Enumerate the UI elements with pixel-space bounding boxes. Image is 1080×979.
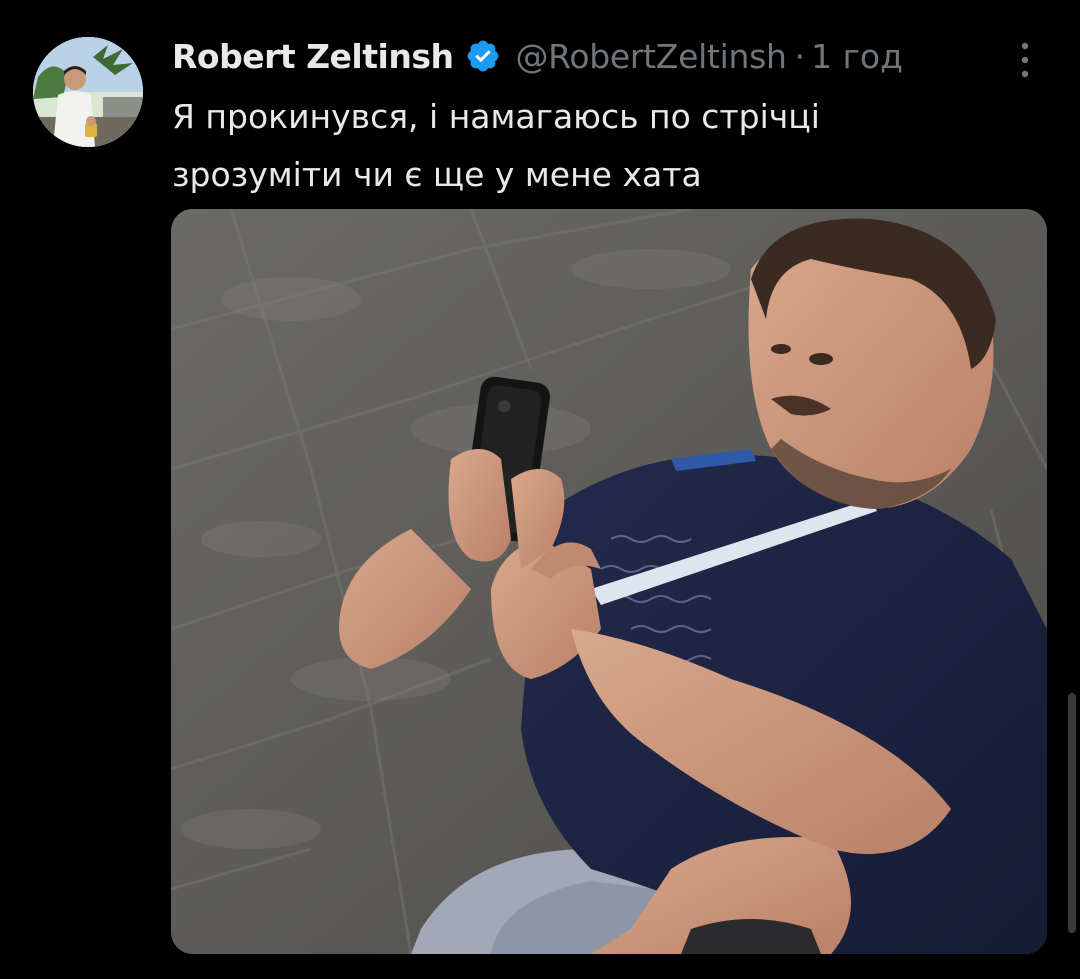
tweet-text-line: зрозуміти чи є ще у мене хата (172, 155, 702, 194)
author-handle[interactable]: @RobertZeltinsh (515, 37, 786, 76)
author-name[interactable]: Robert Zeltinsh (172, 37, 454, 76)
tweet[interactable]: Robert Zeltinsh @RobertZeltinsh · 1 год … (0, 0, 1080, 979)
separator-dot: · (794, 36, 806, 76)
more-vertical-icon[interactable] (1010, 38, 1040, 82)
avatar-image (33, 37, 143, 147)
tweet-media-image[interactable] (171, 209, 1047, 954)
meme-photo (171, 209, 1047, 954)
tweet-header: Robert Zeltinsh @RobertZeltinsh · 1 год (172, 32, 903, 80)
avatar[interactable] (33, 37, 143, 147)
scrollbar-thumb[interactable] (1068, 693, 1076, 933)
verified-badge-icon (465, 38, 501, 74)
tweet-text: Я прокинувся, і намагаюсь по стрічці зро… (172, 88, 1032, 204)
timestamp[interactable]: 1 год (811, 37, 903, 76)
tweet-text-line: Я прокинувся, і намагаюсь по стрічці (172, 97, 820, 136)
